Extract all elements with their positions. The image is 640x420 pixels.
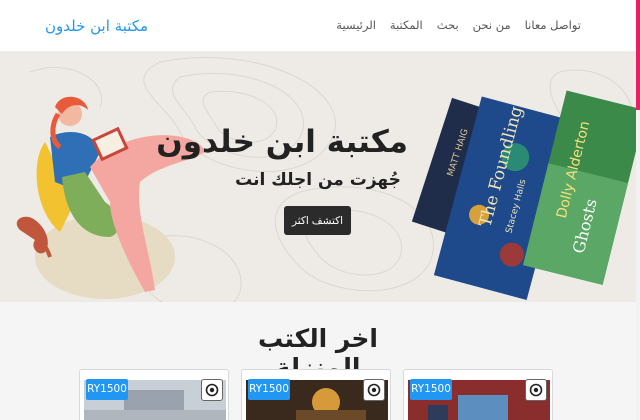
eye-icon <box>205 383 219 397</box>
top-navbar: مكتبة ابن خلدون الرئيسية المكتبة بحث من … <box>0 0 636 52</box>
view-button[interactable] <box>363 379 385 401</box>
hero-banner: مكتبة ابن خلدون جُهزت من اجلك انت اكتشف … <box>0 52 636 302</box>
book-card-3[interactable]: RY1500 <box>403 369 553 420</box>
eye-icon <box>367 383 381 397</box>
brand-logo-link[interactable]: مكتبة ابن خلدون <box>45 17 148 35</box>
main-nav: الرئيسية المكتبة بحث من نحن تواصل معانا <box>336 18 581 32</box>
nav-link-contact[interactable]: تواصل معانا <box>525 18 581 32</box>
nav-link-home[interactable]: الرئيسية <box>336 18 376 32</box>
eye-icon <box>529 383 543 397</box>
nav-link-library[interactable]: المكتبة <box>390 18 423 32</box>
price-badge: RY1500 <box>248 379 290 400</box>
hero-title: مكتبة ابن خلدون <box>156 124 408 160</box>
latest-books-section: اخر الكتب المنزلة RY1500 RY1500 RY1500 <box>0 302 636 420</box>
reading-woman-illustration <box>16 96 205 299</box>
price-badge: RY1500 <box>86 379 128 400</box>
discover-more-button[interactable]: اكتشف اكثر <box>284 206 351 235</box>
book-card-2[interactable]: RY1500 <box>241 369 391 420</box>
nav-link-about[interactable]: من نحن <box>473 18 511 32</box>
scrollbar-thumb[interactable] <box>636 0 640 110</box>
price-badge: RY1500 <box>410 379 452 400</box>
book-card-1[interactable]: RY1500 <box>79 369 229 420</box>
book-covers-illustration: MATT HAIG The Foundling Stacey Halls Dol… <box>411 90 636 300</box>
page: مكتبة ابن خلدون الرئيسية المكتبة بحث من … <box>0 0 640 420</box>
page-scrollbar[interactable] <box>636 0 640 420</box>
view-button[interactable] <box>201 379 223 401</box>
hero-subtitle: جُهزت من اجلك انت <box>235 170 401 190</box>
nav-link-search[interactable]: بحث <box>437 18 459 32</box>
view-button[interactable] <box>525 379 547 401</box>
